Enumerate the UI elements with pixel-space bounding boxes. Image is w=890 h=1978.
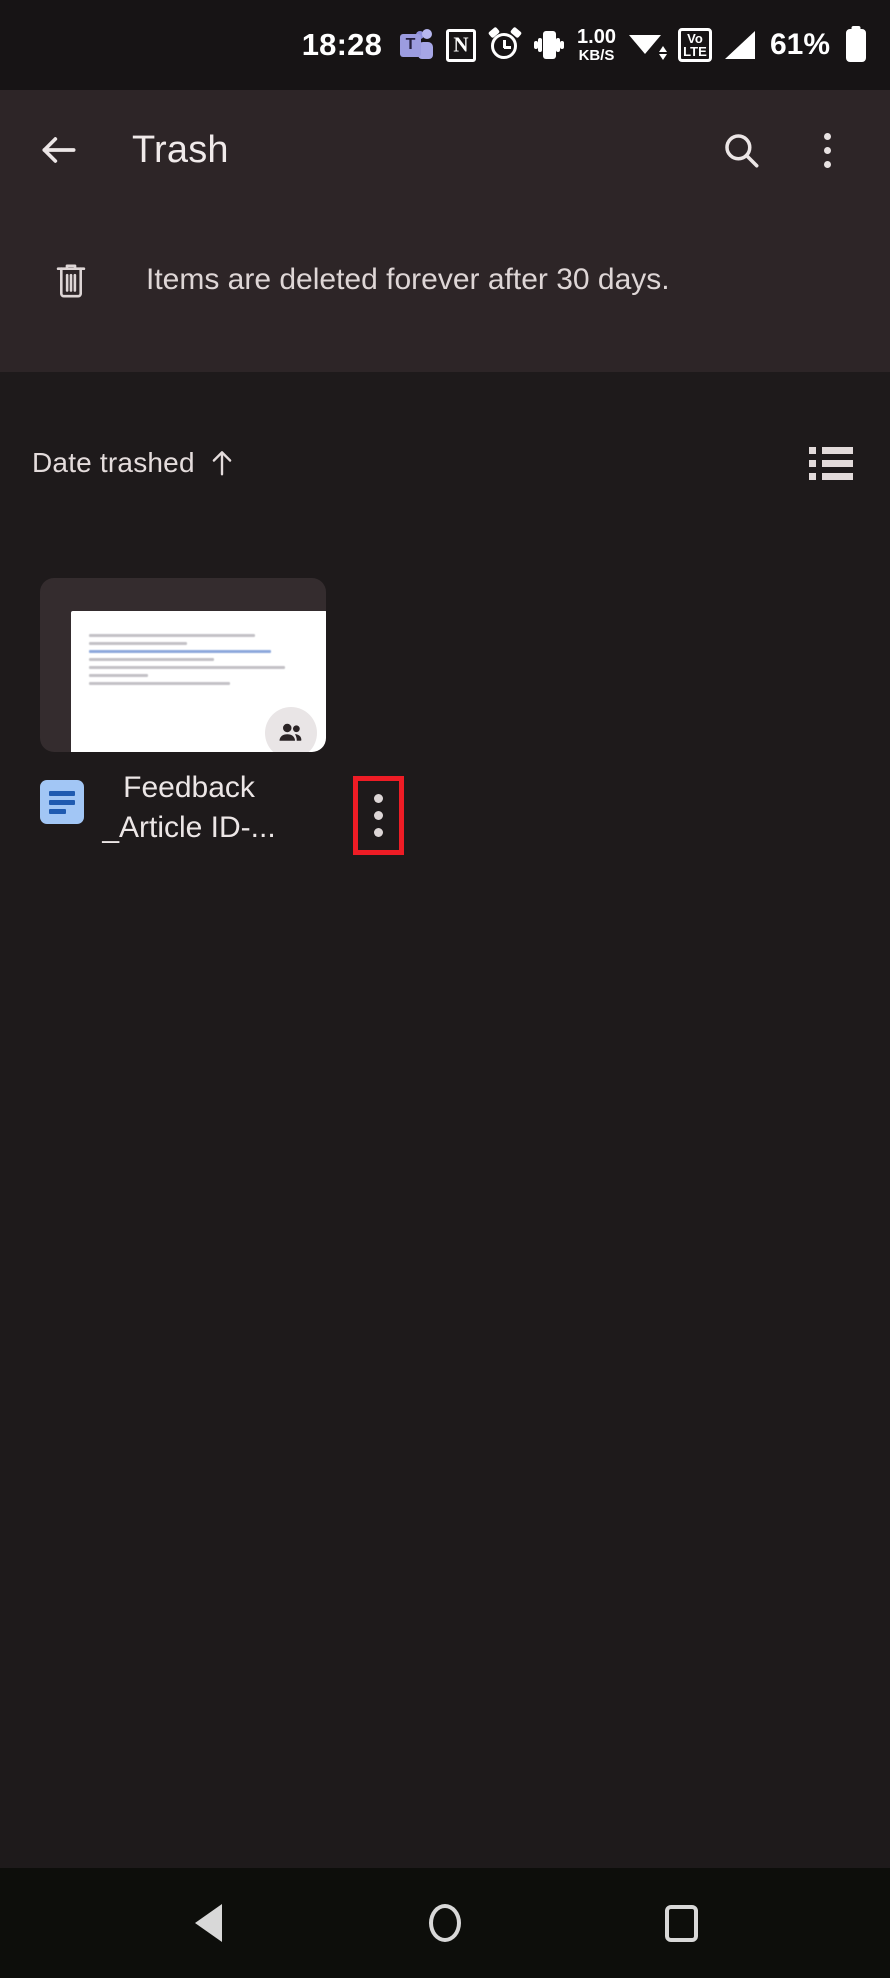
sort-control[interactable]: Date trashed (32, 447, 235, 479)
status-bar: 18:28 T N 1.00 KB/S Vo LTE 61% (0, 0, 890, 90)
sort-label: Date trashed (32, 447, 195, 478)
document-preview-text (89, 634, 317, 690)
network-speed-unit: KB/S (578, 47, 615, 64)
overflow-menu-icon[interactable] (796, 119, 858, 181)
header-band: Trash Items are deleted forever after 30… (0, 90, 890, 372)
cellular-signal-icon (724, 31, 755, 59)
more-options-icon[interactable] (353, 776, 404, 855)
network-speed-indicator: 1.00 KB/S (577, 27, 616, 63)
nav-home-icon[interactable] (405, 1883, 485, 1963)
wifi-icon (628, 29, 667, 61)
teams-notification-icon: T (400, 28, 434, 62)
file-meta-row: Feedback _Article ID-... (40, 768, 404, 856)
document-preview (71, 611, 326, 752)
battery-percentage: 61% (769, 28, 830, 61)
nav-back-icon[interactable] (168, 1883, 248, 1963)
file-thumbnail[interactable] (40, 578, 326, 752)
google-docs-icon (40, 780, 84, 824)
teams-icon-letter: T (405, 36, 416, 53)
trashed-files-grid: Feedback _Article ID-... (0, 578, 890, 856)
battery-icon (846, 28, 866, 62)
trash-info-message: Items are deleted forever after 30 days. (146, 263, 670, 296)
file-name: Feedback _Article ID-... (102, 771, 276, 844)
trash-screen: 18:28 T N 1.00 KB/S Vo LTE 61% Trash Ite… (0, 0, 890, 1978)
file-card[interactable]: Feedback _Article ID-... (40, 578, 404, 856)
nfc-icon (446, 28, 477, 62)
volte-icon: Vo LTE (677, 28, 712, 62)
search-icon[interactable] (710, 119, 772, 181)
trash-can-icon (48, 257, 94, 303)
people-shared-icon (265, 707, 317, 752)
nav-recents-icon[interactable] (642, 1883, 722, 1963)
volte-label-bottom: LTE (683, 44, 707, 59)
trash-info-banner: Items are deleted forever after 30 days. (0, 225, 890, 335)
alarm-clock-icon (487, 26, 523, 61)
sort-row: Date trashed (0, 418, 890, 508)
app-bar: Trash (0, 90, 890, 210)
list-view-icon[interactable] (804, 436, 858, 490)
arrow-up-icon (209, 448, 235, 478)
network-speed-value: 1.00 (577, 26, 616, 48)
page-title: Trash (132, 128, 229, 171)
vibrate-mode-icon (534, 29, 565, 61)
status-bar-clock: 18:28 (301, 27, 383, 62)
back-arrow-icon[interactable] (28, 119, 90, 181)
android-navigation-bar (0, 1868, 890, 1978)
